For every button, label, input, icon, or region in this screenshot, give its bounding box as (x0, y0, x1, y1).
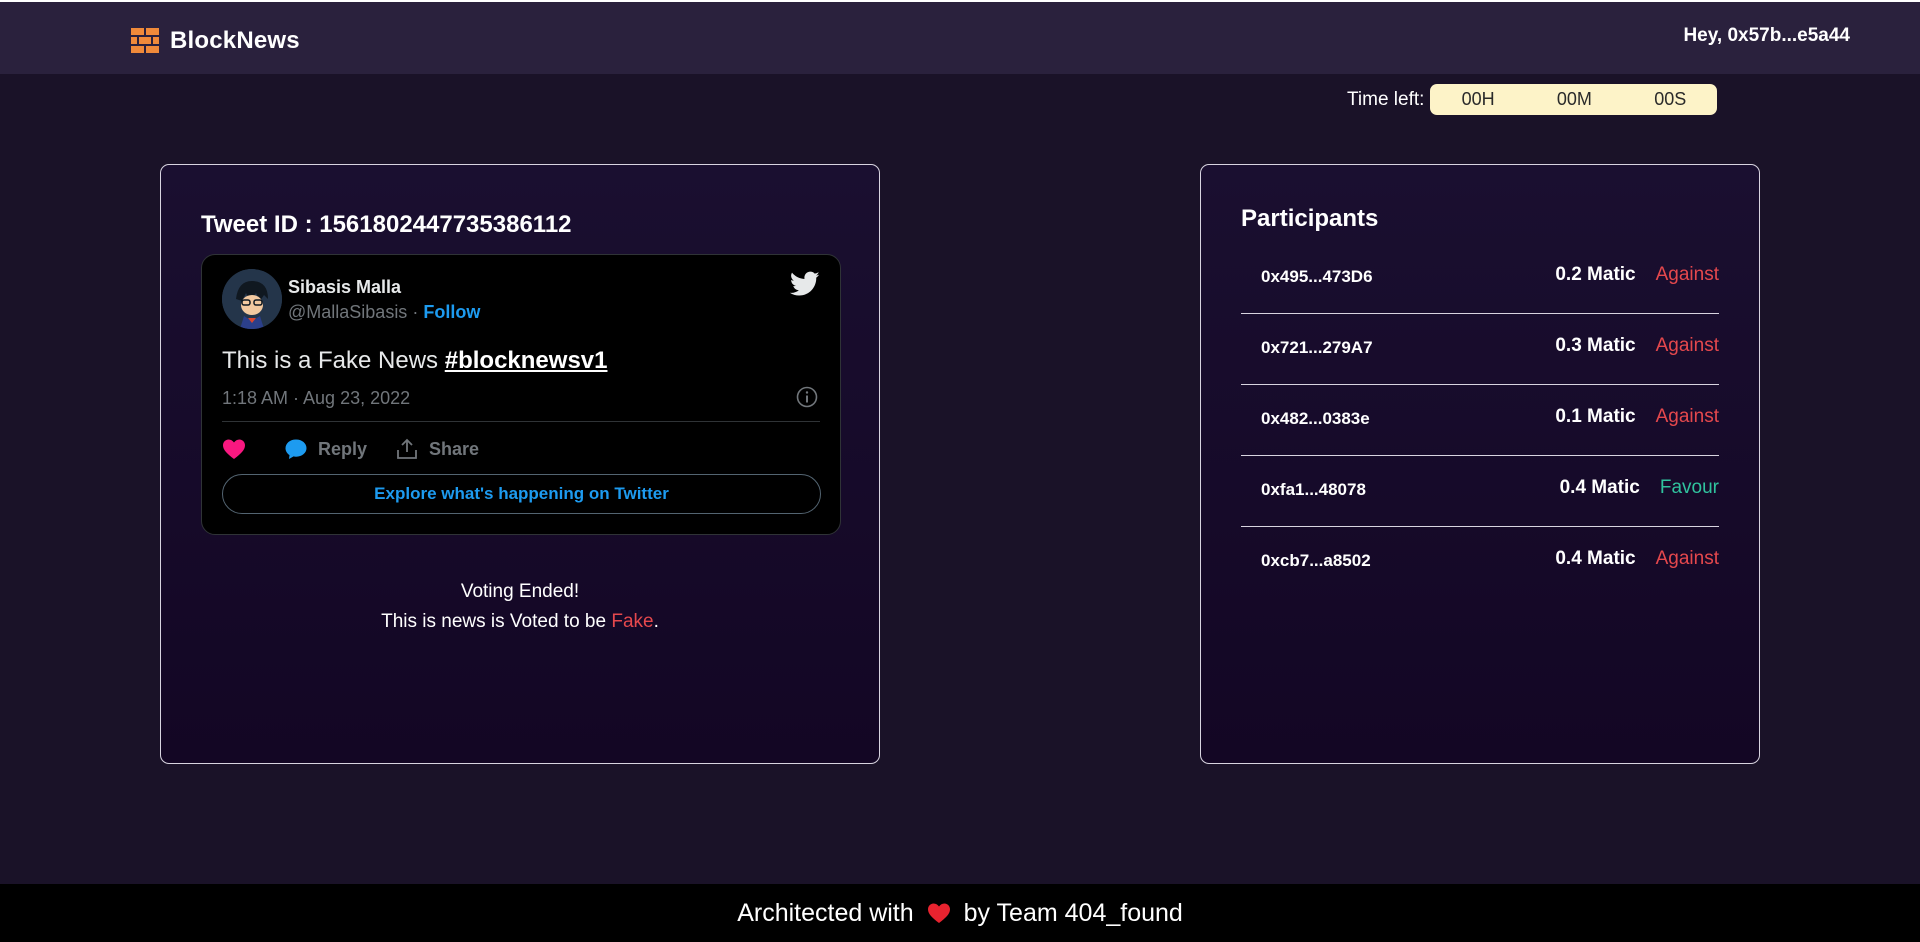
participant-row: 0x495...473D6 0.2 Matic Against (1241, 243, 1719, 314)
tweet-divider (222, 421, 820, 422)
tweet-body: This is a Fake News (222, 347, 445, 374)
tweet-hashtag[interactable]: #blocknewsv1 (445, 347, 608, 374)
top-navbar: BlockNews Hey, 0x57b...e5a44 (0, 0, 1920, 74)
participant-vote-info: 0.3 Matic Against (1555, 335, 1719, 357)
tweet-id-heading: Tweet ID : 1561802447735386112 (201, 211, 572, 238)
twitter-bird-icon[interactable] (790, 271, 820, 297)
brand-logo[interactable]: BlockNews (130, 26, 300, 56)
voting-result-suffix: . (653, 611, 659, 632)
voting-status: Voting Ended! (460, 581, 580, 602)
speech-bubble-icon (285, 439, 307, 459)
embedded-tweet[interactable]: Sibasis Malla @MallaSibasis · Follow Thi… (201, 254, 841, 535)
heart-icon (926, 902, 952, 924)
participant-vote-info: 0.4 Matic Against (1555, 548, 1719, 570)
participant-amount: 0.2 Matic (1555, 264, 1636, 285)
reply-label: Reply (318, 438, 368, 459)
voting-result: This is news is Voted to be Fake. (161, 611, 879, 633)
tweet-text: This is a Fake News #blocknewsv1 (222, 347, 607, 375)
timer-box: 00H 00M 00S (1430, 84, 1718, 115)
participant-row: 0x721...279A7 0.3 Matic Against (1241, 314, 1719, 385)
timer-hours: 00H (1461, 89, 1495, 109)
tweet-author-handle[interactable]: @MallaSibasis (288, 302, 407, 322)
participant-amount: 0.3 Matic (1555, 335, 1636, 356)
participant-amount: 0.4 Matic (1559, 477, 1640, 498)
handle-separator: · (412, 302, 419, 322)
participant-address: 0x482...0383e (1261, 409, 1370, 428)
participant-amount: 0.4 Matic (1555, 548, 1636, 569)
follow-button[interactable]: Follow (423, 302, 480, 322)
participant-row: 0xfa1...48078 0.4 Matic Favour (1241, 456, 1719, 527)
participants-card: Participants 0x495...473D6 0.2 Matic Aga… (1200, 164, 1760, 764)
timer-label: Time left: (1347, 88, 1425, 110)
footer: Architected with by Team 404_found (0, 884, 1920, 942)
participant-amount: 0.1 Matic (1555, 406, 1636, 427)
tweet-author-name[interactable]: Sibasis Malla (288, 277, 401, 298)
info-icon[interactable] (796, 386, 818, 408)
timer-minutes: 00M (1556, 89, 1592, 109)
wallet-greeting[interactable]: Hey, 0x57b...e5a44 (1683, 25, 1850, 47)
voting-result-value: Fake (611, 611, 654, 632)
footer-suffix: by Team 404_found (963, 898, 1183, 927)
participant-vote: Against (1655, 406, 1719, 427)
participant-vote: Against (1655, 335, 1719, 356)
brand-name: BlockNews (170, 27, 300, 54)
participant-vote: Against (1655, 548, 1719, 569)
tweet-card: Tweet ID : 1561802447735386112 Sibasis M… (160, 164, 880, 764)
participants-title: Participants (1241, 205, 1379, 232)
participant-row: 0x482...0383e 0.1 Matic Against (1241, 385, 1719, 456)
timer-seconds: 00S (1654, 89, 1687, 109)
footer-prefix: Architected with (737, 898, 914, 927)
share-button[interactable]: Share (395, 438, 479, 460)
voting-result-prefix: This is news is Voted to be (381, 611, 612, 632)
participant-vote: Against (1655, 264, 1719, 285)
participant-vote: Favour (1659, 477, 1719, 498)
brick-wall-icon (131, 28, 159, 53)
tweet-actions: Reply Share (222, 438, 507, 460)
avatar-illustration (222, 269, 282, 329)
participant-vote-info: 0.2 Matic Against (1555, 264, 1719, 286)
participant-row: 0xcb7...a8502 0.4 Matic Against (1241, 527, 1719, 598)
tweet-author-handle-row: @MallaSibasis · Follow (288, 302, 480, 323)
participant-address: 0x721...279A7 (1261, 338, 1373, 357)
participant-vote-info: 0.4 Matic Favour (1560, 477, 1719, 499)
tweet-timestamp[interactable]: 1:18 AM · Aug 23, 2022 (222, 388, 410, 409)
participant-address: 0xcb7...a8502 (1261, 551, 1371, 570)
participant-list: 0x495...473D6 0.2 Matic Against 0x721...… (1241, 243, 1719, 598)
reply-button[interactable]: Reply (284, 438, 367, 460)
participant-address: 0x495...473D6 (1261, 267, 1373, 286)
avatar[interactable] (222, 269, 282, 329)
heart-icon (223, 439, 245, 459)
participant-address: 0xfa1...48078 (1261, 480, 1366, 499)
like-button[interactable] (222, 438, 256, 460)
share-label: Share (429, 438, 480, 459)
countdown-timer: Time left: 00H 00M 00S (1347, 84, 1718, 115)
explore-twitter-button[interactable]: Explore what's happening on Twitter (222, 474, 821, 514)
participant-vote-info: 0.1 Matic Against (1555, 406, 1719, 428)
share-icon (397, 438, 417, 459)
